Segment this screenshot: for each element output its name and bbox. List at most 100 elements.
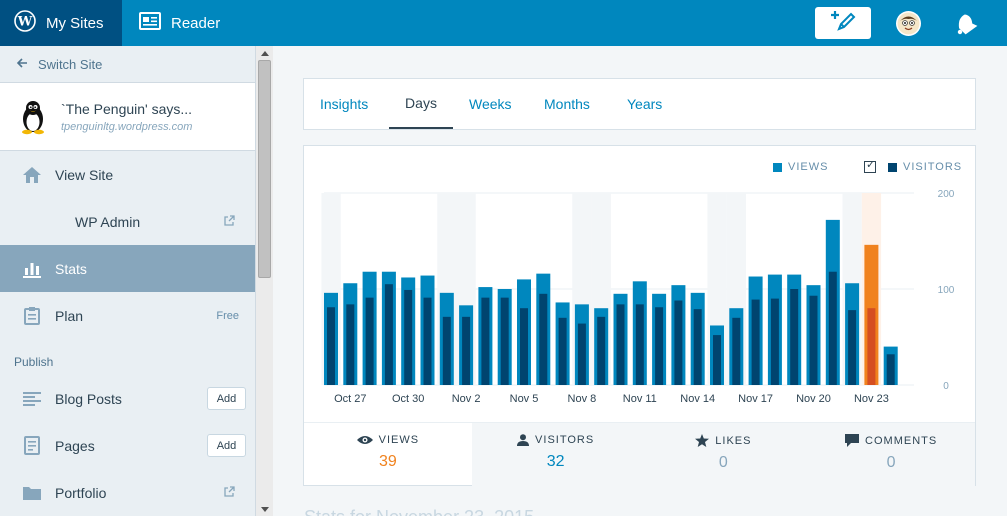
visitors-bar	[346, 304, 355, 385]
reader-button[interactable]: Reader	[122, 0, 220, 46]
visitors-bar	[481, 297, 490, 385]
visitors-bar	[732, 317, 741, 385]
star-icon	[695, 434, 710, 447]
sidebar-item-label: View Site	[55, 166, 114, 183]
checkmark-icon: ✓	[866, 159, 877, 171]
summary-tabs: VIEWS 39 VISITORS 32 LIKES 0 COMMENTS 0	[304, 422, 975, 486]
svg-text:W: W	[17, 15, 33, 30]
period-tabs: Insights Days Weeks Months Years	[303, 78, 976, 130]
visitors-bar	[655, 307, 664, 385]
sidebar-item-view-site[interactable]: View Site	[0, 151, 255, 198]
switch-site-label: Switch Site	[38, 56, 103, 72]
visitors-bar	[597, 316, 606, 385]
sidebar-item-label: WP Admin	[75, 213, 141, 230]
current-site-card[interactable]: `The Penguin' says... tpenguinltg.wordpr…	[0, 83, 255, 151]
summary-views[interactable]: VIEWS 39	[304, 423, 472, 486]
stats-date-heading: Stats for November 23, 2015	[304, 507, 534, 516]
sidebar-item-label: Blog Posts	[55, 390, 122, 407]
person-icon	[517, 434, 530, 446]
comment-icon	[845, 434, 860, 447]
sidebar: Switch Site `The Penguin' says... tpengu…	[0, 46, 256, 516]
legend-swatch-visitors	[888, 162, 897, 172]
summary-label: VIEWS	[378, 434, 420, 446]
my-sites-button[interactable]: W My Sites	[0, 0, 122, 46]
clipboard-icon	[22, 306, 42, 326]
tab-insights[interactable]: Insights	[320, 79, 368, 129]
x-tick-label: Nov 2	[452, 393, 481, 405]
switch-site-link[interactable]: Switch Site	[0, 46, 255, 83]
visitors-bar	[423, 297, 432, 385]
sidebar-item-plan[interactable]: Plan Free	[0, 292, 255, 339]
visitors-bar	[616, 304, 625, 385]
summary-comments[interactable]: COMMENTS 0	[807, 423, 975, 486]
sidebar-item-label: Portfolio	[55, 484, 107, 501]
legend-visitors[interactable]: ✓ VISITORS	[864, 159, 962, 174]
summary-likes[interactable]: LIKES 0	[639, 423, 808, 486]
sidebar-item-stats[interactable]: Stats	[0, 245, 255, 292]
visitors-bar	[770, 298, 779, 385]
tab-years[interactable]: Years	[627, 79, 662, 129]
sidebar-item-portfolio[interactable]: Portfolio	[0, 469, 255, 516]
visitors-bar	[828, 271, 837, 385]
visitors-checkbox[interactable]: ✓	[864, 159, 877, 173]
avatar[interactable]	[896, 11, 921, 36]
visitors-bar	[462, 316, 471, 385]
scroll-down-arrow-icon[interactable]	[256, 502, 273, 516]
home-icon	[22, 165, 42, 185]
x-tick-label: Nov 20	[796, 393, 831, 405]
visitors-bar	[848, 310, 857, 385]
scrollbar-thumb[interactable]	[258, 60, 271, 278]
visitors-bar	[520, 308, 528, 385]
x-tick-label: Nov 8	[568, 393, 597, 405]
summary-value-views: 39	[378, 453, 397, 470]
visitors-bar	[500, 297, 509, 385]
summary-value-comments: 0	[886, 454, 896, 471]
masterbar: W My Sites Reader	[0, 0, 1007, 46]
site-icon	[17, 99, 49, 135]
external-link-icon	[224, 215, 235, 229]
y-tick-label: 100	[938, 285, 955, 296]
wordpress-logo-icon: W	[14, 10, 36, 36]
visitors-bar	[713, 335, 721, 385]
visitors-bar	[693, 309, 702, 385]
visitors-bar	[790, 289, 799, 385]
site-url: tpenguinltg.wordpress.com	[61, 120, 193, 133]
tab-months[interactable]: Months	[544, 79, 590, 129]
visitors-bar	[577, 323, 586, 385]
visitors-bar	[365, 297, 374, 385]
sidebar-item-blog-posts[interactable]: Blog Posts Add	[0, 375, 255, 422]
my-sites-label: My Sites	[46, 14, 104, 32]
x-tick-label: Nov 11	[623, 393, 657, 405]
tab-weeks[interactable]: Weeks	[469, 79, 512, 129]
add-blog-post-button[interactable]: Add	[207, 387, 246, 410]
sidebar-item-label: Stats	[55, 260, 87, 277]
stats-icon	[22, 259, 42, 279]
summary-visitors[interactable]: VISITORS 32	[471, 423, 640, 486]
visitors-bar	[886, 354, 895, 385]
notifications-bell-icon[interactable]	[952, 12, 978, 36]
x-tick-label: Oct 30	[392, 393, 424, 405]
visitors-bar	[867, 308, 876, 385]
arrow-left-icon	[16, 57, 28, 72]
write-post-icon	[829, 9, 857, 38]
legend-label-views: VIEWS	[788, 161, 829, 173]
tab-days[interactable]: Days	[389, 79, 453, 129]
reader-icon	[139, 12, 161, 34]
x-tick-label: Oct 27	[334, 393, 366, 405]
visitors-bar	[751, 299, 760, 385]
posts-icon	[22, 389, 42, 409]
stats-chart-card: VIEWS ✓ VISITORS 0 100 200 Oct 27 Oct 30 Nov …	[303, 145, 976, 486]
sidebar-item-wp-admin[interactable]: WP Admin	[0, 198, 255, 245]
add-page-button[interactable]: Add	[207, 434, 246, 457]
visitors-bar	[442, 316, 451, 385]
sidebar-scrollbar[interactable]	[256, 46, 273, 516]
x-tick-label: Nov 23	[854, 393, 889, 405]
visitors-bar	[327, 307, 335, 385]
page-icon	[22, 436, 42, 456]
sidebar-item-pages[interactable]: Pages Add	[0, 422, 255, 469]
write-post-button[interactable]	[815, 7, 871, 39]
sidebar-item-label: Plan	[55, 307, 84, 324]
stats-bar-chart: 0 100 200 Oct 27 Oct 30 Nov 2 Nov 5 Nov 8 Nov 11…	[321, 189, 955, 405]
reader-label: Reader	[171, 14, 221, 32]
scroll-up-arrow-icon[interactable]	[256, 46, 273, 60]
